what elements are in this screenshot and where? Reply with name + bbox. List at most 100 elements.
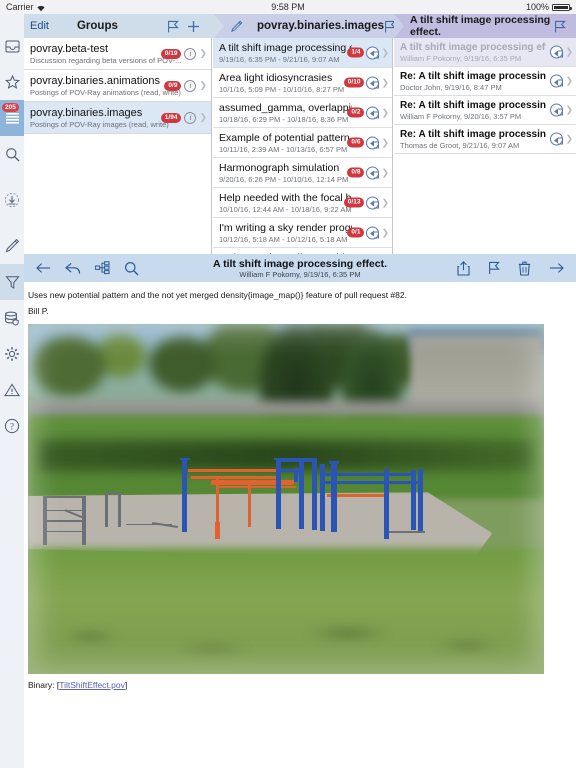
list-item[interactable]: Harmonograph simulation 9/20/16, 6:26 PM… xyxy=(213,158,392,188)
message-subject: Example of potential pattern us xyxy=(219,132,352,144)
list-item[interactable]: Help needed with the focal blur 10/10/16… xyxy=(213,188,392,218)
pencil-icon[interactable] xyxy=(230,20,243,33)
chevron-right-icon: ❯ xyxy=(381,167,389,177)
flag-icon[interactable] xyxy=(554,20,566,33)
clock-label: 9:58 PM xyxy=(271,2,305,12)
thread-subject: Re: A tilt shift image processing... xyxy=(400,100,546,111)
thread-icon xyxy=(366,76,380,89)
inbox-icon xyxy=(5,40,19,52)
svg-text:?: ? xyxy=(10,421,14,431)
toolbar-right-group xyxy=(457,260,576,276)
status-badge: 0/2 xyxy=(347,107,365,118)
message-dates: 10/10/16, 12:44 AM - 10/18/16, 9:22 AM xyxy=(219,205,352,214)
sidebar-item-groups[interactable]: 205 xyxy=(0,100,30,136)
status-bar: Carrier 9:58 PM 100% xyxy=(0,0,576,14)
status-badge: 0/10 xyxy=(343,77,365,88)
info-icon[interactable]: i xyxy=(184,47,197,60)
message-dates: 10/11/16, 2:39 AM - 10/13/16, 6:57 PM xyxy=(219,145,348,154)
message-subject: Area light idiosyncrasies xyxy=(219,72,333,84)
list-item[interactable]: Re: A tilt shift image processing... Doc… xyxy=(394,67,576,96)
flag-icon[interactable] xyxy=(167,20,179,33)
message-toolbar: A tilt shift image processing effect. Wi… xyxy=(24,254,576,282)
battery-icon xyxy=(552,3,572,11)
sidebar-item-search[interactable] xyxy=(0,136,24,172)
info-icon[interactable]: i xyxy=(184,79,197,92)
trash-icon[interactable] xyxy=(518,261,531,276)
thread-row-accessories: ❯ xyxy=(550,132,573,146)
sidebar-item-filter[interactable] xyxy=(0,264,24,300)
chevron-right-icon: ❯ xyxy=(199,48,207,58)
group-row-accessories: 0/19 i ❯ xyxy=(160,47,207,60)
thread-meta: Thomas de Groot, 9/21/16, 9:07 AM xyxy=(400,141,520,150)
forward-arrow-icon[interactable] xyxy=(549,262,564,274)
message-subject: Help needed with the focal blur xyxy=(219,192,352,204)
list-icon xyxy=(5,113,19,124)
back-arrow-icon[interactable] xyxy=(36,262,51,274)
sidebar-item-help[interactable]: ? xyxy=(0,408,24,444)
tilt-shift-playground-photo xyxy=(28,324,544,674)
sidebar-item-starred[interactable] xyxy=(0,64,24,100)
columns-area: povray.beta-test Discussion regarding be… xyxy=(24,38,576,254)
edit-button[interactable]: Edit xyxy=(24,20,55,32)
message-body: Uses new potential pattern and the not y… xyxy=(24,282,576,768)
sidebar-item-settings[interactable] xyxy=(0,336,24,372)
sidebar-item-inbox[interactable] xyxy=(0,28,24,64)
list-item[interactable]: assumed_gamma, overlapping t 10/18/16, 6… xyxy=(213,98,392,128)
navigation-bar: Edit Groups povray.binaries.images A til… xyxy=(24,14,576,38)
search-icon xyxy=(5,147,19,161)
thread-icon xyxy=(366,46,380,59)
groups-unread-badge: 205 xyxy=(2,103,19,112)
info-icon[interactable]: i xyxy=(184,111,197,124)
status-badge: 0/19 xyxy=(160,48,182,59)
message-dates: 9/19/16, 6:35 PM - 9/21/16, 9:07 AM xyxy=(219,55,340,64)
download-icon xyxy=(4,192,20,208)
search-icon[interactable] xyxy=(124,261,139,276)
thread-subject: Re: A tilt shift image processing... xyxy=(400,71,546,82)
thread-tree-icon[interactable] xyxy=(95,261,110,275)
status-badge: 0/6 xyxy=(347,137,365,148)
thread-icon xyxy=(366,226,380,239)
message-row-accessories: 0/1 ❯ xyxy=(347,226,389,239)
rail-divider-2 xyxy=(0,218,24,228)
thread-meta: Doctor John, 9/19/16, 8:47 PM xyxy=(400,83,502,92)
thread-icon xyxy=(550,132,564,146)
sidebar-item-compose[interactable] xyxy=(0,228,24,264)
chevron-right-icon: ❯ xyxy=(565,46,573,57)
sidebar-item-database[interactable] xyxy=(0,300,24,336)
list-item[interactable]: A tilt shift image processing eff... Wil… xyxy=(394,38,576,67)
sidebar-item-download[interactable] xyxy=(0,182,24,218)
attachment-link[interactable]: TiltShiftEffect.pov xyxy=(59,680,125,690)
message-row-accessories: 0/10 ❯ xyxy=(343,76,389,89)
chevron-right-icon: ❯ xyxy=(381,227,389,237)
share-icon[interactable] xyxy=(457,260,470,276)
list-item[interactable]: A tilt shift image processing eff 9/19/1… xyxy=(213,38,392,68)
thread-row-accessories: ❯ xyxy=(550,45,573,59)
nav-segment-messages: povray.binaries.images xyxy=(214,14,404,38)
list-item[interactable]: Re: A tilt shift image processing... Tho… xyxy=(394,125,576,154)
list-item[interactable]: I'm writing a sky render program 10/12/1… xyxy=(213,218,392,248)
chevron-right-icon: ❯ xyxy=(565,75,573,86)
messages-title: povray.binaries.images xyxy=(257,20,384,32)
list-item[interactable]: Area light idiosyncrasies 10/1/16, 5:09 … xyxy=(213,68,392,98)
status-badge: 1/94 xyxy=(160,112,182,123)
message-subject: Harmonograph simulation xyxy=(219,162,340,174)
body-paragraph-1: Uses new potential pattern and the not y… xyxy=(28,290,407,300)
messages-column: A tilt shift image processing eff 9/19/1… xyxy=(213,38,393,254)
photo-layers xyxy=(28,324,544,674)
list-item[interactable]: Example of potential pattern us 10/11/16… xyxy=(213,128,392,158)
chevron-right-icon: ❯ xyxy=(381,47,389,57)
add-group-button[interactable] xyxy=(187,20,200,33)
list-item[interactable]: povray.binaries.images Postings of POV-R… xyxy=(24,102,211,134)
list-item[interactable]: Re: A tilt shift image processing... Wil… xyxy=(394,96,576,125)
list-item[interactable]: povray.beta-test Discussion regarding be… xyxy=(24,38,211,70)
sidebar-item-alerts[interactable] xyxy=(0,372,24,408)
thread-subject: Re: A tilt shift image processing... xyxy=(400,129,546,140)
thread-icon xyxy=(366,166,380,179)
message-row-accessories: 0/2 ❯ xyxy=(347,106,389,119)
message-subject: assumed_gamma, overlapping t xyxy=(219,102,352,114)
flag-icon[interactable] xyxy=(488,261,500,275)
threads-column: A tilt shift image processing eff... Wil… xyxy=(394,38,576,254)
list-item[interactable]: povray.binaries.animations Postings of P… xyxy=(24,70,211,102)
chevron-right-icon: ❯ xyxy=(381,197,389,207)
reply-icon[interactable] xyxy=(65,262,81,275)
